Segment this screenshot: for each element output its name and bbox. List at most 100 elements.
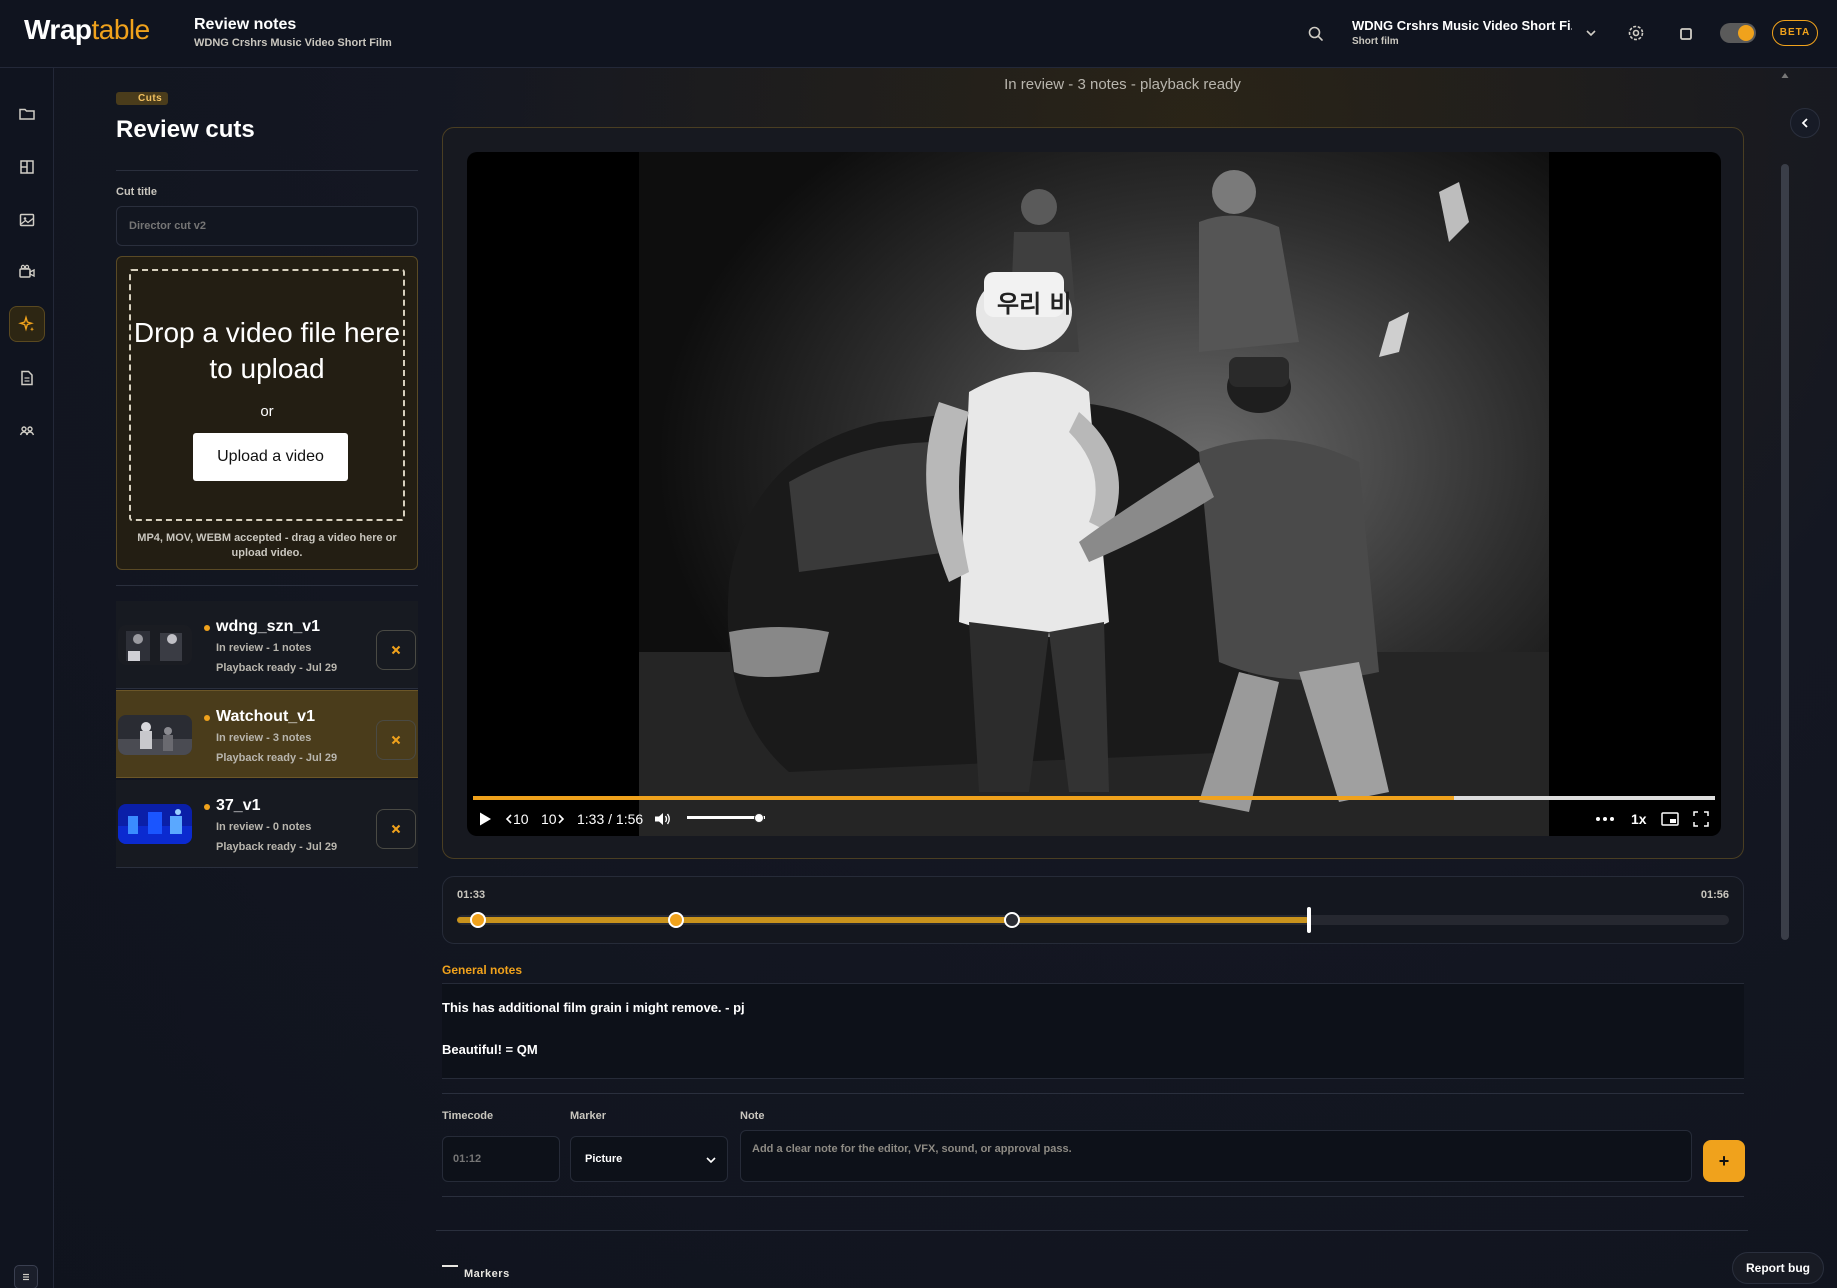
sidebar-item-layout[interactable] [9,149,45,185]
cut-thumbnail [118,715,192,755]
sidebar-item-documents[interactable] [9,360,45,396]
cuts-badge: Cuts [116,92,169,105]
project-selector[interactable]: WDNG Crshrs Music Video Short Fi... Shor… [1352,14,1600,54]
drop-title: Drop a video file here to upload [133,317,401,384]
sidebar-rail [0,68,54,1288]
note-placeholder: Add a clear note for the editor, VFX, so… [752,1143,1072,1155]
drop-zone[interactable]: Drop a video file here to upload or Uplo… [129,269,405,521]
remove-cut-button[interactable] [376,720,416,760]
divider [436,1230,1748,1231]
divider [116,170,418,171]
marker-label: Marker [570,1110,607,1122]
status-dot [204,804,210,810]
remove-cut-button[interactable] [376,809,416,849]
close-icon [391,645,401,655]
status-dot [204,625,210,631]
note-line: This has additional film grain i might r… [442,1000,745,1015]
progress-bar[interactable] [473,796,1715,800]
app-logo[interactable]: Wraptable [24,14,150,46]
cut-list-item[interactable]: 37_v1 In review - 0 notes Playback ready… [116,780,418,868]
add-note-button[interactable]: + [1703,1140,1745,1182]
general-notes-label: General notes [442,963,523,977]
status-dot [204,715,210,721]
cut-thumbnail [118,625,192,665]
fullscreen-button[interactable] [1693,806,1709,832]
marker-timeline: 01:33 01:56 [442,876,1744,944]
collapse-panel-button[interactable] [1790,108,1820,138]
scroll-up-icon [1781,73,1789,78]
volume-icon [655,813,670,825]
timeline-marker[interactable] [469,912,486,928]
sidebar-item-images[interactable] [9,202,45,238]
remove-cut-button[interactable] [376,630,416,670]
camera-icon [19,264,35,278]
window-icon[interactable] [1674,22,1698,46]
timeline-end-time: 01:56 [1700,889,1729,901]
plus-icon: + [1718,1150,1730,1171]
timeline-playhead[interactable] [1307,907,1312,933]
people-icon [19,426,35,436]
time-readout: 1:33 / 1:56 [577,811,644,827]
close-icon [391,735,401,745]
cut-list-item[interactable]: wdng_szn_v1 In review - 1 notes Playback… [116,601,418,689]
chevron-left-icon [1801,118,1808,128]
note-input[interactable]: Add a clear note for the editor, VFX, so… [740,1130,1692,1182]
cap-text: 우리 비 [997,290,1072,318]
forward-button[interactable]: 10 [541,806,565,832]
cut-status: In review - 0 notes [216,821,312,833]
project-name: WDNG Crshrs Music Video Short Fi... [1352,18,1572,33]
menu-icon [23,1273,29,1281]
forward-icon [558,814,564,824]
folder-icon [19,108,35,120]
review-status-line: In review - 3 notes - playback ready [1004,76,1241,93]
play-icon [480,812,491,826]
general-notes-textarea[interactable]: This has additional film grain i might r… [442,983,1744,1079]
playback-speed-button[interactable]: 1x [1631,806,1647,832]
chevron-down-icon [1586,30,1596,37]
rewind-icon [505,814,512,824]
timeline-marker[interactable] [1003,912,1020,928]
volume-slider-handle[interactable] [753,813,764,823]
rewind-label: 10 [513,811,529,827]
cut-title-label: Cut title [116,186,157,198]
drop-or-text: or [260,403,274,420]
upload-video-button[interactable]: Upload a video [193,433,348,481]
sidebar-item-camera[interactable] [9,254,45,290]
cut-list-item[interactable]: Watchout_v1 In review - 3 notes Playback… [116,690,418,778]
timeline-fill [457,917,1310,923]
video-player-card: 우리 비 10 10 1:33 / 1:56 1x [442,127,1744,859]
more-options-button[interactable] [1595,806,1615,832]
cut-name: wdng_szn_v1 [216,618,321,635]
menu-toggle-button[interactable] [14,1265,38,1288]
cut-status: In review - 3 notes [216,732,312,744]
page-scrollbar[interactable] [1781,72,1789,1282]
markers-heading: Markers [442,1265,510,1280]
timecode-input[interactable] [442,1136,560,1182]
pip-button[interactable] [1661,806,1679,832]
search-icon[interactable] [1304,22,1328,46]
scrollbar-thumb[interactable] [1781,164,1789,940]
close-icon [391,824,401,834]
volume-button[interactable] [653,806,673,832]
timeline-start-time: 01:33 [457,889,486,901]
sidebar-item-folders[interactable] [9,96,45,132]
image-icon [19,213,35,227]
progress-fill [473,796,1455,800]
theme-toggle[interactable] [1720,23,1756,43]
timeline-track[interactable] [457,907,1729,933]
gear-icon[interactable] [1624,21,1648,45]
chevron-down-icon [706,1157,716,1164]
video-player[interactable]: 우리 비 10 10 1:33 / 1:56 1x [467,152,1721,836]
rewind-button[interactable]: 10 [505,806,529,832]
play-button[interactable] [477,806,493,832]
cut-title-input[interactable] [116,206,418,246]
report-bug-button[interactable]: Report bug [1732,1252,1824,1284]
timeline-marker[interactable] [668,912,685,928]
marker-type-select[interactable]: Picture [570,1136,728,1182]
sidebar-item-team[interactable] [9,413,45,449]
sidebar-item-review[interactable] [9,306,45,342]
page-title: Review notes [194,16,297,33]
video-frame: 우리 비 [639,152,1549,836]
cut-thumbnail [118,804,192,844]
timecode-label: Timecode [442,1110,494,1122]
